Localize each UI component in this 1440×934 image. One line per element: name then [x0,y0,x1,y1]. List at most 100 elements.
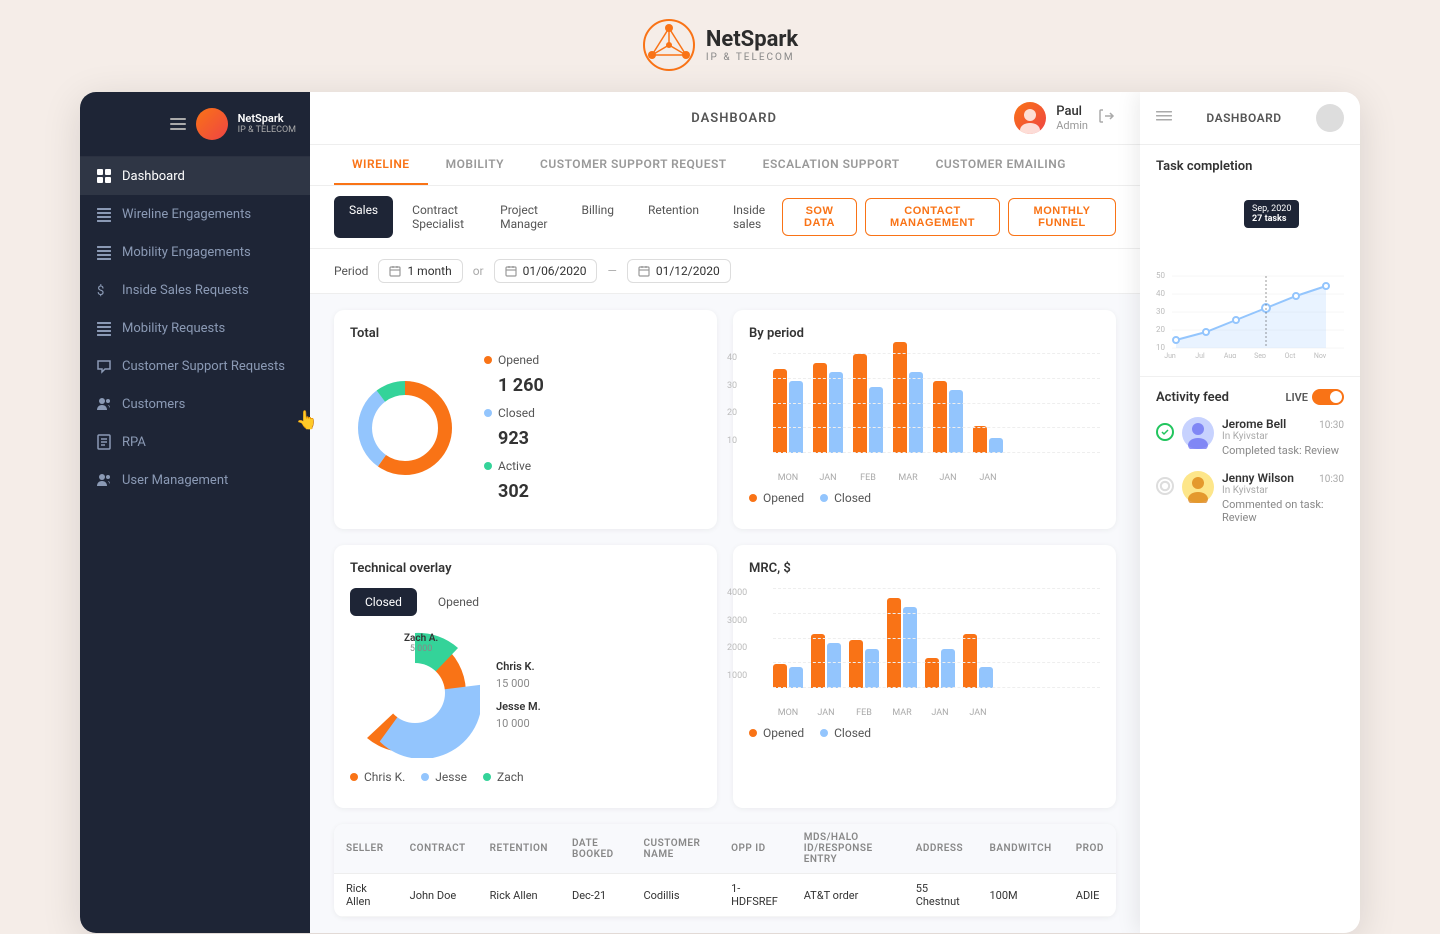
sidebar-item-dashboard-label: Dashboard [122,169,185,184]
sub-tab-billing[interactable]: Billing [566,196,629,238]
sow-data-button[interactable]: SOW DATA [782,198,857,236]
tab-customer-support[interactable]: CUSTOMER SUPPORT REQUEST [522,145,745,185]
live-label: LIVE [1286,391,1308,404]
tab-emailing[interactable]: CUSTOMER EMAILING [918,145,1084,185]
zach-name: Zach A. [404,633,438,644]
x-label-feb: FEB [853,473,883,483]
activity-avatar-1 [1182,471,1214,503]
bar-x-labels: MON JAN FEB MAR JAN JAN [773,473,1100,483]
mrc-bar-jan1-c [827,643,841,688]
sidebar-item-customers-label: Customers [122,397,185,412]
legend-opened: Opened [484,353,544,367]
overlay-tab-closed[interactable]: Closed [350,588,417,616]
tab-wireline[interactable]: WIRELINE [334,145,428,185]
total-chart: Total Opened [334,310,717,529]
td-bandwidth: 100M [978,874,1064,917]
sub-tab-inside[interactable]: Inside sales [718,196,782,238]
sub-tab-sales[interactable]: Sales [334,196,393,238]
closed-dot [484,409,492,417]
live-toggle[interactable] [1312,389,1344,405]
mrc-chart: MRC, $ 4000300020001000 [733,545,1116,808]
tab-mobility[interactable]: MOBILITY [428,145,522,185]
sidebar-item-mobility-requests[interactable]: Mobility Requests [80,309,310,347]
period-label: Period [334,264,368,278]
bar-group-jan1 [813,363,843,453]
check-icon-0 [1156,423,1174,441]
x-label-mon: MON [773,473,803,483]
contact-management-button[interactable]: CONTACT MANAGEMENT [865,198,1000,236]
mrc-x-labels: MON JAN FEB MAR JAN JAN [773,708,1100,718]
svg-text:30: 30 [1156,307,1165,316]
svg-text:$: $ [97,284,104,298]
sidebar-item-mobility-eng[interactable]: Mobility Engagements [80,233,310,271]
activity-title: Activity feed [1156,390,1229,405]
period-end[interactable]: 01/12/2020 [627,259,731,283]
live-badge: LIVE [1286,389,1344,405]
sub-tab-contract[interactable]: Contract Specialist [397,196,481,238]
task-completion-section: Task completion 50 40 30 20 10 [1140,145,1360,377]
period-start[interactable]: 01/06/2020 [494,259,598,283]
activity-location-1: In Kyivstar [1222,485,1344,496]
zach-value: 5 000 [404,644,438,654]
mrc-bar-jan2 [925,649,955,688]
page-title: DASHBOARD [454,111,1014,126]
jesse-dot [421,773,429,781]
bar-jan1-opened [813,363,827,453]
sidebar-item-user-management[interactable]: User Management [80,461,310,499]
tab-escalation[interactable]: ESCALATION SUPPORT [745,145,918,185]
user-avatar [1014,102,1046,134]
legend-opened-period: Opened [749,491,804,505]
app-name: NetSpark [706,27,798,52]
td-address: 55 Chestnut [904,874,978,917]
jesse-value: 10 000 [496,717,541,730]
mrc-bar-jan1-o [811,634,825,688]
user-name: Paul [1056,104,1088,119]
tabs-row: WIRELINE MOBILITY CUSTOMER SUPPORT REQUE… [334,145,1116,185]
panel-hamburger[interactable] [1156,108,1172,128]
mrc-closed-label: Closed [834,726,871,740]
mrc-bars: 4000300020001000 [749,588,1100,718]
sidebar-item-wireline[interactable]: Wireline Engagements [80,195,310,233]
active-dot [484,462,492,470]
sidebar-item-dashboard[interactable]: Dashboard [80,157,310,195]
sub-tab-retention[interactable]: Retention [633,196,714,238]
td-opp: 1-HDFSREF [719,874,792,917]
mrc-bar-jan3-c [979,667,993,688]
monthly-funnel-button[interactable]: MONTHLY FUNNEL [1008,198,1116,236]
data-table: SELLER CONTRACT RETENTION DATE BOOKED CU… [334,824,1116,917]
task-chart-wrapper: 50 40 30 20 10 [1156,184,1344,362]
sidebar-item-customers[interactable]: Customers 👆 [80,385,310,423]
dashboard-body: Total Opened [310,294,1140,933]
chris-dot [350,773,358,781]
period-start-value: 01/06/2020 [523,264,587,278]
main-tabs: WIRELINE MOBILITY CUSTOMER SUPPORT REQUE… [310,145,1140,186]
activity-desc-1: Commented on task: Review [1222,498,1344,524]
mrc-x-mon: MON [773,708,803,718]
chris-name: Chris K. [496,660,541,673]
hamburger-icon[interactable] [170,118,186,130]
overlay-tabs: Closed Opened [350,588,701,616]
period-preset[interactable]: 1 month [378,259,462,283]
th-address: ADDRESS [904,824,978,874]
pie-side-labels: Chris K. 15 000 Jesse M. 10 000 [496,660,541,730]
mrc-bar-mar-o [887,598,901,688]
closed-period-dot [820,494,828,502]
mrc-x-jan3: JAN [963,708,993,718]
overlay-tab-opened[interactable]: Opened [423,588,494,616]
logout-icon[interactable] [1098,107,1116,129]
period-dash: — [607,264,616,278]
activity-item-1: Jenny Wilson 10:30 In Kyivstar Commented… [1156,471,1344,524]
sidebar-item-inside-sales[interactable]: $ Inside Sales Requests [80,271,310,309]
svg-text:40: 40 [1156,289,1165,298]
activity-row-1: Jenny Wilson 10:30 [1222,471,1344,485]
sub-tab-project[interactable]: Project Manager [485,196,562,238]
mrc-bar-jan2-c [941,649,955,688]
th-contract: CONTRACT [398,824,478,874]
sidebar-item-customer-support-label: Customer Support Requests [122,359,285,374]
sidebar-item-rpa[interactable]: RPA [80,423,310,461]
sidebar-item-customer-support[interactable]: Customer Support Requests [80,347,310,385]
x-label-jan1: JAN [813,473,843,483]
th-prod: PROD [1064,824,1116,874]
mrc-bar-mar-c [903,607,917,688]
right-panel: DASHBOARD Task completion 50 40 30 20 [1140,92,1360,933]
